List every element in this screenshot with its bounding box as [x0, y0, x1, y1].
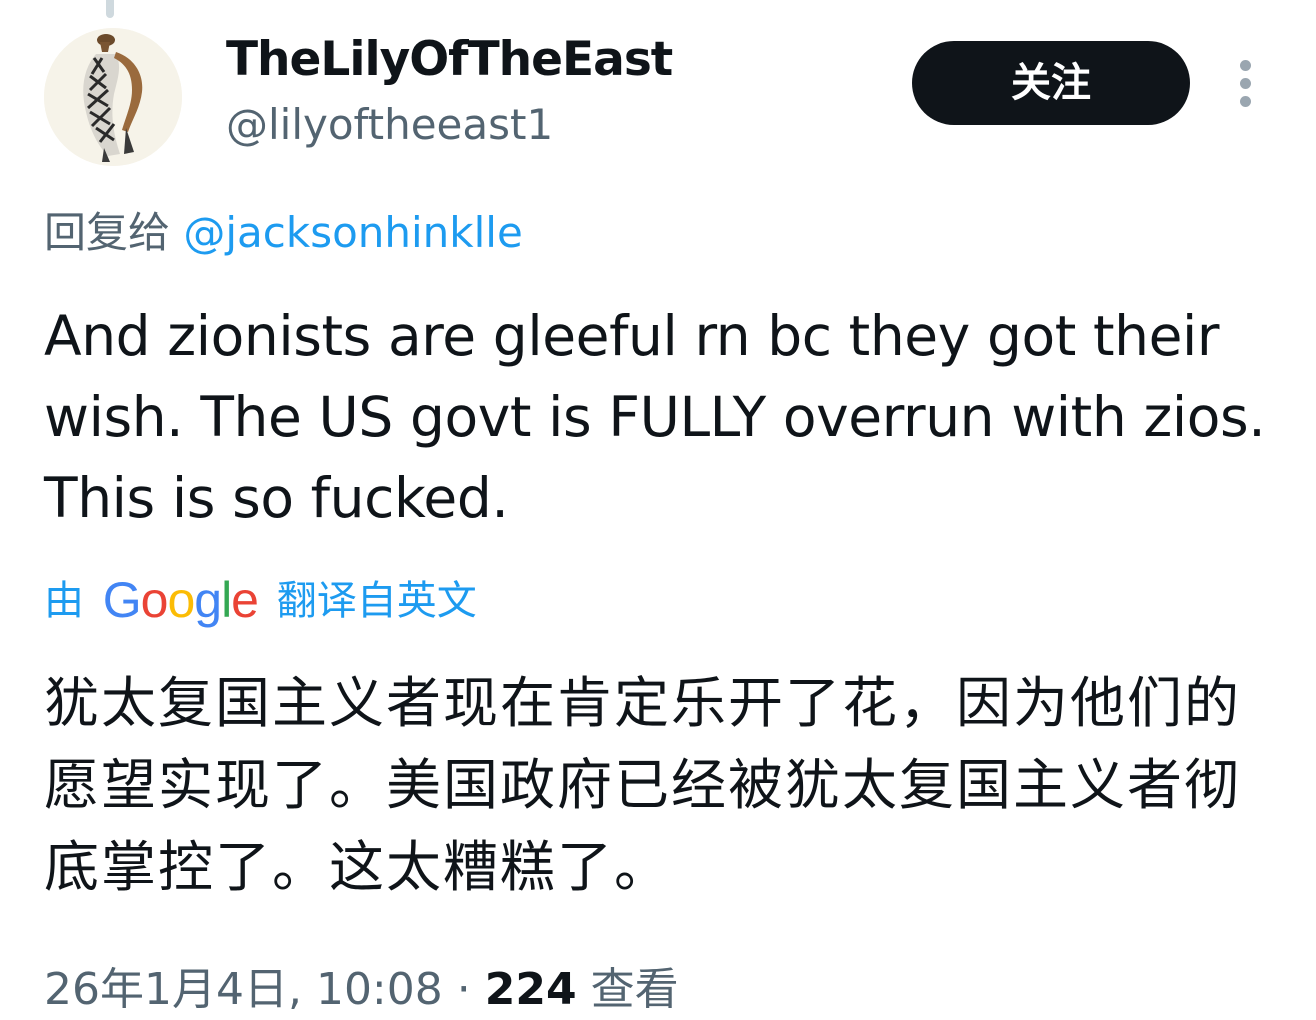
- author-avatar[interactable]: [44, 28, 182, 166]
- google-logo: Google: [102, 572, 259, 628]
- reply-target-link[interactable]: @jacksonhinklle: [183, 208, 522, 257]
- reply-prefix: 回复给: [44, 208, 171, 257]
- more-dot: [1240, 60, 1251, 71]
- tweet-metadata: 26年1月4日, 10:08 · 224 查看: [44, 960, 679, 1020]
- more-dot: [1240, 96, 1251, 107]
- author-display-name[interactable]: TheLilyOfTheEast: [226, 30, 673, 90]
- views-label: 查看: [590, 964, 679, 1015]
- views-count: 224: [484, 964, 577, 1015]
- avatar-image: [44, 28, 182, 166]
- translation-attribution[interactable]: 由 Google 翻译自英文: [44, 572, 477, 628]
- translation-source-label: 翻译自英文: [276, 578, 477, 624]
- translation-by: 由: [44, 578, 84, 624]
- follow-button[interactable]: 关注: [912, 41, 1190, 125]
- author-handle[interactable]: @lilyoftheeast1: [226, 98, 553, 152]
- meta-separator: ·: [456, 964, 471, 1015]
- more-options-icon[interactable]: [1226, 56, 1266, 112]
- translated-tweet-text: 犹太复国主义者现在肯定乐开了花，因为他们的愿望实现了。美国政府已经被犹太复国主义…: [44, 671, 1242, 899]
- more-dot: [1240, 78, 1251, 89]
- tweet-timestamp[interactable]: 26年1月4日, 10:08: [44, 964, 443, 1015]
- reply-context: 回复给 @jacksonhinklle: [44, 204, 523, 262]
- thread-connector-line: [106, 0, 114, 18]
- tweet-text: And zionists are gleeful rn bc they got …: [44, 304, 1266, 530]
